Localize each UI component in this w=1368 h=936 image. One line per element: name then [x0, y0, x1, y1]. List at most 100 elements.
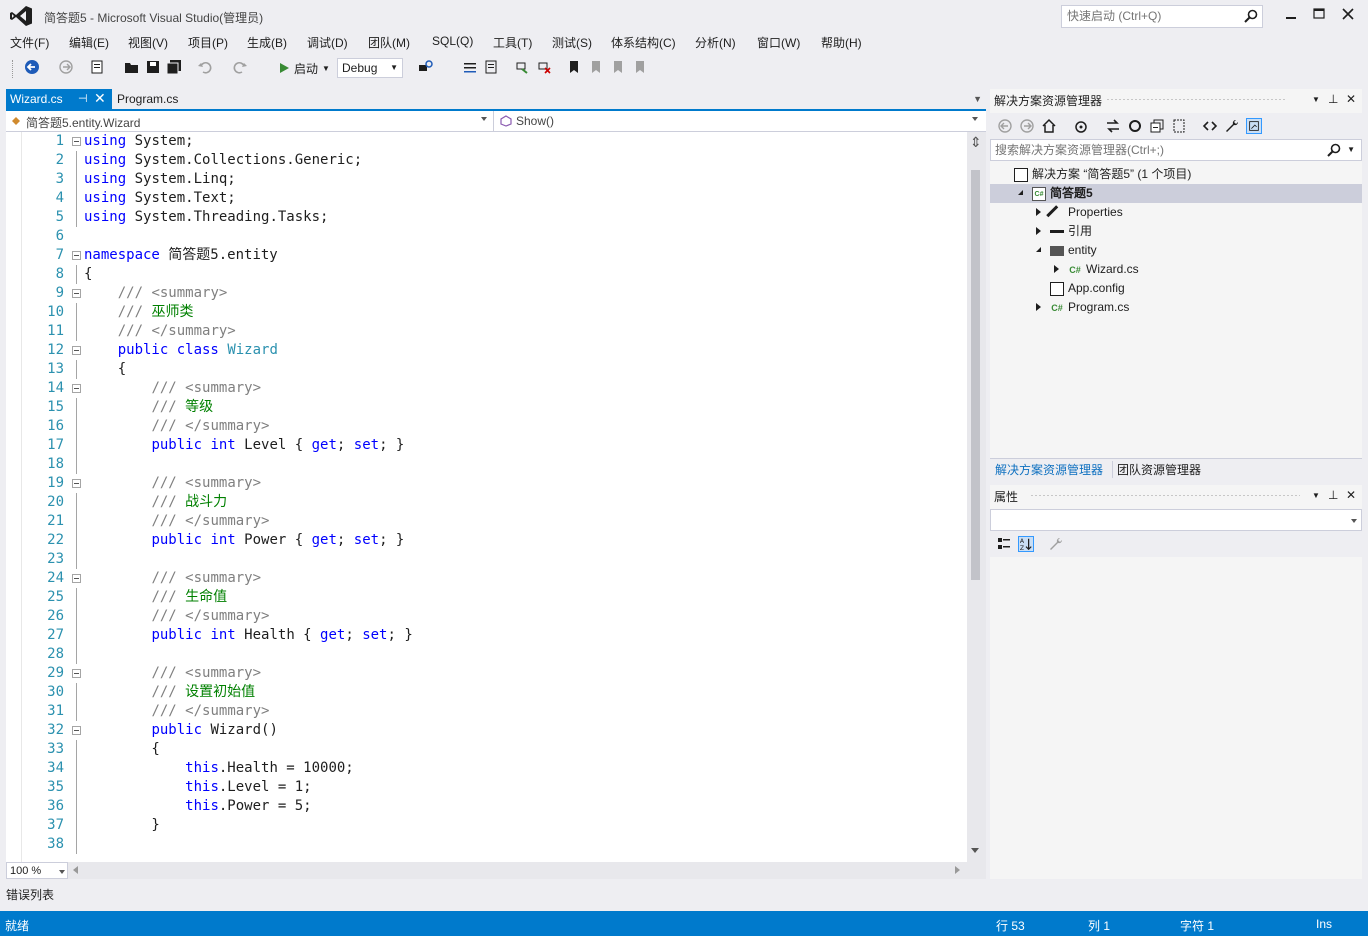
code-line[interactable]: 3 using System.Linq;: [6, 170, 966, 189]
collapsed-arrow-icon[interactable]: [1036, 208, 1041, 216]
tab-program-cs[interactable]: Program.cs: [117, 92, 178, 106]
code-line[interactable]: 34 this.Health = 10000;: [6, 759, 966, 778]
new-project-icon[interactable]: [89, 59, 105, 75]
collapsed-arrow-icon[interactable]: [1036, 227, 1041, 235]
menu-window[interactable]: 窗口(W): [757, 34, 800, 51]
code-line[interactable]: 11 /// </summary>: [6, 322, 966, 341]
code-line[interactable]: 6: [6, 227, 966, 246]
uncomment-icon[interactable]: [483, 59, 499, 75]
menu-project[interactable]: 项目(P): [188, 34, 228, 51]
find-in-files-icon[interactable]: [418, 59, 434, 75]
search-options-icon[interactable]: ▼: [1347, 145, 1355, 154]
code-line[interactable]: 2 using System.Collections.Generic;: [6, 151, 966, 170]
next-bookmark-icon[interactable]: [610, 59, 626, 75]
code-line[interactable]: 23: [6, 550, 966, 569]
code-line[interactable]: 7 namespace 简答题5.entity: [6, 246, 966, 265]
preview-selected-items-icon[interactable]: [1246, 118, 1262, 134]
menu-help[interactable]: 帮助(H): [821, 34, 862, 51]
menu-team[interactable]: 团队(M): [368, 34, 410, 51]
undo-icon[interactable]: [197, 59, 213, 75]
collapse-outline-icon[interactable]: [72, 384, 81, 393]
code-line[interactable]: 24 /// <summary>: [6, 569, 966, 588]
show-all-files-icon[interactable]: [1171, 118, 1187, 134]
code-line[interactable]: 12 public class Wizard: [6, 341, 966, 360]
code-line[interactable]: 18: [6, 455, 966, 474]
quick-launch-input[interactable]: [1062, 6, 1232, 26]
code-line[interactable]: 26 /// </summary>: [6, 607, 966, 626]
panel-grip[interactable]: [1030, 494, 1300, 497]
scrollbar-thumb[interactable]: [971, 170, 980, 580]
open-file-icon[interactable]: [124, 59, 140, 75]
menu-analyze[interactable]: 分析(N): [695, 34, 736, 51]
tab-wizard-cs[interactable]: Wizard.cs ⊣ ✕: [6, 89, 112, 109]
collapse-outline-icon[interactable]: [72, 251, 81, 260]
code-line[interactable]: 1 using System;: [6, 132, 966, 151]
tab-error-list[interactable]: 错误列表: [6, 886, 54, 903]
tabs-dropdown-icon[interactable]: ▼: [973, 94, 982, 104]
maximize-icon[interactable]: [1311, 6, 1327, 22]
panel-grip[interactable]: [1106, 98, 1286, 101]
navigate-back-icon[interactable]: [24, 59, 40, 75]
code-line[interactable]: 31 /// </summary>: [6, 702, 966, 721]
types-dropdown[interactable]: 简答题5.entity.Wizard: [6, 111, 494, 131]
property-pages-icon[interactable]: [1048, 536, 1064, 552]
menu-debug[interactable]: 调试(D): [307, 34, 348, 51]
tree-item[interactable]: App.config: [990, 279, 1362, 298]
collapsed-arrow-icon[interactable]: [1054, 265, 1059, 273]
back-icon[interactable]: [997, 118, 1013, 134]
pin-icon[interactable]: ⊥: [1328, 488, 1338, 502]
panel-menu-icon[interactable]: ▼: [1312, 491, 1320, 500]
collapse-outline-icon[interactable]: [72, 574, 81, 583]
refresh-icon[interactable]: [1127, 118, 1143, 134]
forward-icon[interactable]: [1019, 118, 1035, 134]
save-icon[interactable]: [145, 59, 161, 75]
search-icon[interactable]: [1327, 143, 1341, 157]
split-window-icon[interactable]: ⇕: [970, 134, 982, 151]
code-line[interactable]: 9 /// <summary>: [6, 284, 966, 303]
tab-team-explorer[interactable]: 团队资源管理器: [1112, 461, 1201, 478]
code-line[interactable]: 4 using System.Text;: [6, 189, 966, 208]
menu-sql[interactable]: SQL(Q): [432, 34, 473, 48]
save-all-icon[interactable]: [166, 59, 182, 75]
close-panel-icon[interactable]: ✕: [1346, 488, 1356, 502]
close-panel-icon[interactable]: ✕: [1346, 92, 1356, 106]
tree-item[interactable]: C# Wizard.cs: [990, 260, 1362, 279]
code-line[interactable]: 20 /// 战斗力: [6, 493, 966, 512]
menu-build[interactable]: 生成(B): [247, 34, 287, 51]
solution-configuration-dropdown[interactable]: Debug ▼: [337, 58, 403, 78]
previous-bookmark-icon[interactable]: [588, 59, 604, 75]
collapse-outline-icon[interactable]: [72, 479, 81, 488]
tree-item[interactable]: C# 简答题5: [990, 184, 1362, 203]
scroll-right-icon[interactable]: [955, 866, 960, 874]
code-line[interactable]: 16 /// </summary>: [6, 417, 966, 436]
bookmark-icon[interactable]: [566, 59, 582, 75]
tree-item[interactable]: C# Program.cs: [990, 298, 1362, 317]
properties-object-dropdown[interactable]: [990, 509, 1362, 531]
pin-icon[interactable]: ⊣: [78, 92, 88, 105]
menu-view[interactable]: 视图(V): [128, 34, 168, 51]
code-line[interactable]: 28: [6, 645, 966, 664]
code-line[interactable]: 32 public Wizard(): [6, 721, 966, 740]
collapse-outline-icon[interactable]: [72, 726, 81, 735]
code-line[interactable]: 36 this.Power = 5;: [6, 797, 966, 816]
redo-icon[interactable]: [232, 59, 248, 75]
tree-item[interactable]: 解决方案 “简答题5” (1 个项目): [990, 165, 1362, 184]
toggle-bookmark-icon[interactable]: [514, 59, 530, 75]
code-line[interactable]: 10 /// 巫师类: [6, 303, 966, 322]
code-line[interactable]: 25 /// 生命值: [6, 588, 966, 607]
menu-architecture[interactable]: 体系结构(C): [611, 34, 676, 51]
code-line[interactable]: 13 {: [6, 360, 966, 379]
home-icon[interactable]: [1041, 118, 1057, 134]
close-icon[interactable]: [1340, 6, 1356, 22]
code-line[interactable]: 33 {: [6, 740, 966, 759]
code-line[interactable]: 21 /// </summary>: [6, 512, 966, 531]
code-line[interactable]: 17 public int Level { get; set; }: [6, 436, 966, 455]
menu-tools[interactable]: 工具(T): [493, 34, 532, 51]
code-line[interactable]: 19 /// <summary>: [6, 474, 966, 493]
comment-out-icon[interactable]: [462, 59, 478, 75]
collapse-outline-icon[interactable]: [72, 137, 81, 146]
pin-icon[interactable]: ⊥: [1328, 92, 1338, 106]
collapse-all-icon[interactable]: [1149, 118, 1165, 134]
members-dropdown[interactable]: Show(): [496, 111, 984, 131]
code-editor[interactable]: 1 using System; 2 using System.Collections.…: [6, 132, 986, 862]
